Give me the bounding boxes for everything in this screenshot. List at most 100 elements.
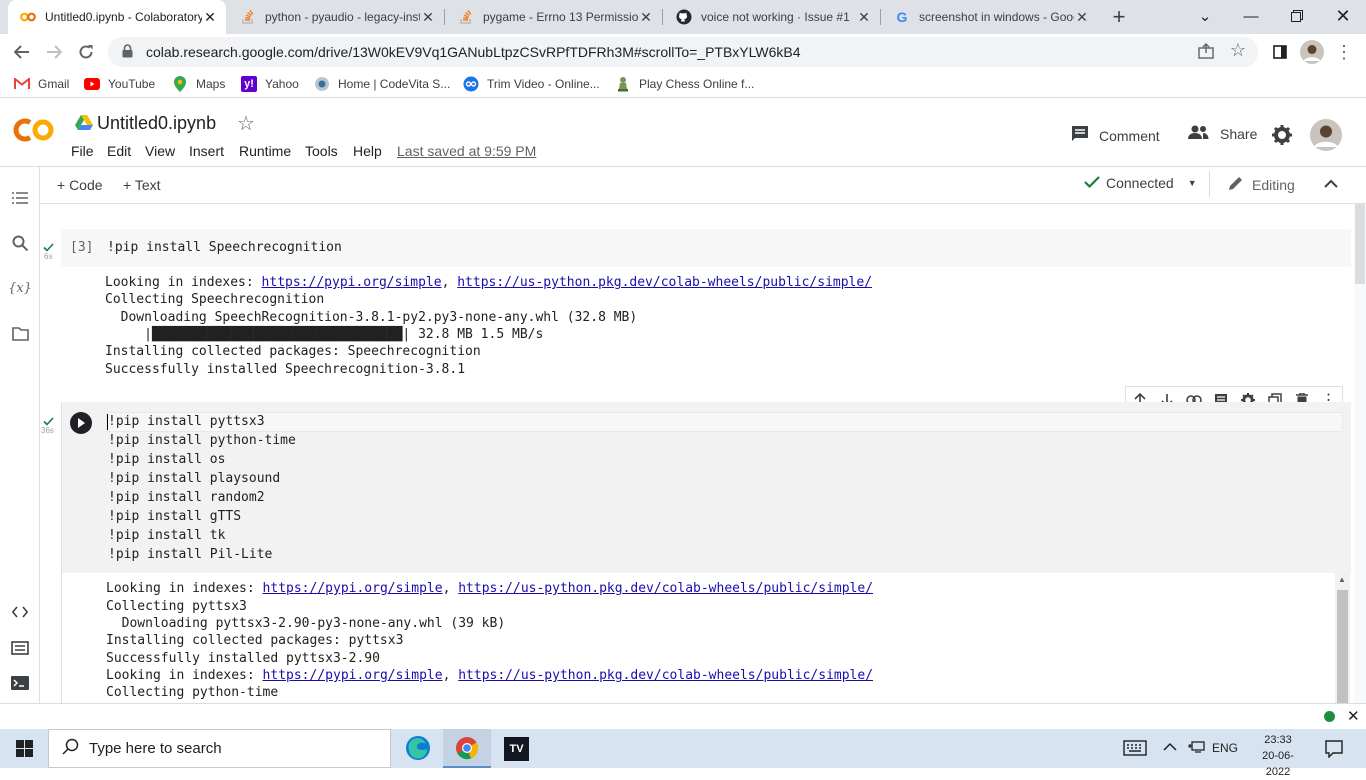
menu-insert[interactable]: Insert bbox=[189, 143, 224, 159]
menu-runtime[interactable]: Runtime bbox=[239, 143, 291, 159]
edge-browser-icon[interactable] bbox=[405, 735, 431, 766]
notebook-scrollbar[interactable] bbox=[1354, 204, 1366, 703]
restore-icon[interactable] bbox=[1274, 0, 1320, 32]
output-scrollbar[interactable]: ▲ bbox=[1335, 573, 1350, 703]
bookmark-gmail[interactable]: Gmail bbox=[14, 76, 69, 92]
reload-icon[interactable] bbox=[70, 36, 102, 68]
output-link[interactable]: https://pypi.org/simple bbox=[262, 275, 442, 290]
last-saved-link[interactable]: Last saved at 9:59 PM bbox=[397, 143, 536, 159]
minimize-icon[interactable]: — bbox=[1228, 0, 1274, 32]
close-tab-icon[interactable]: ✕ bbox=[202, 9, 218, 25]
tab-github-issue[interactable]: voice not working · Issue #1 ✕ bbox=[664, 0, 880, 34]
code-line[interactable]: !pip install Pil-Lite bbox=[108, 547, 272, 562]
browser-menu-icon[interactable]: ⋮ bbox=[1328, 36, 1360, 68]
code-line[interactable]: !pip install pyttsx3 bbox=[108, 414, 265, 429]
collapse-header-icon[interactable] bbox=[1324, 176, 1338, 192]
output-link[interactable]: https://us-python.pkg.dev/colab-wheels/p… bbox=[458, 581, 873, 596]
menu-view[interactable]: View bbox=[145, 143, 175, 159]
close-tab-icon[interactable]: ✕ bbox=[1074, 9, 1090, 25]
code-line[interactable]: !pip install gTTS bbox=[108, 509, 241, 524]
back-arrow-icon[interactable] bbox=[6, 36, 38, 68]
windows-start-icon[interactable] bbox=[16, 740, 33, 762]
bookmark-trim-video[interactable]: Trim Video - Online... bbox=[463, 76, 600, 92]
code-line[interactable]: !pip install python-time bbox=[108, 433, 296, 448]
tab-search-icon[interactable]: ⌄ bbox=[1182, 0, 1228, 32]
close-window-icon[interactable]: ✕ bbox=[1320, 0, 1366, 32]
code-line[interactable]: !pip install random2 bbox=[108, 490, 265, 505]
url-text: colab.research.google.com/drive/13W0kEV9… bbox=[146, 44, 801, 60]
code-snippets-icon[interactable] bbox=[8, 600, 32, 624]
language-indicator[interactable]: ENG bbox=[1212, 741, 1238, 755]
taskbar-search-box[interactable]: Type here to search bbox=[48, 729, 391, 768]
bookmark-youtube[interactable]: YouTube bbox=[84, 76, 155, 92]
close-tab-icon[interactable]: ✕ bbox=[638, 9, 654, 25]
tab-stackoverflow-pyaudio[interactable]: python - pyaudio - legacy-install ✕ bbox=[228, 0, 444, 34]
close-tab-icon[interactable]: ✕ bbox=[420, 9, 436, 25]
add-text-button[interactable]: + Text bbox=[123, 177, 161, 193]
run-cell-play-icon[interactable] bbox=[70, 412, 92, 434]
search-icon[interactable] bbox=[8, 231, 32, 255]
notebook-title[interactable]: Untitled0.ipynb bbox=[97, 113, 216, 134]
code-line[interactable]: !pip install tk bbox=[108, 528, 225, 543]
star-notebook-icon[interactable]: ☆ bbox=[237, 111, 255, 136]
table-of-contents-icon[interactable] bbox=[8, 186, 32, 210]
tab-google-search[interactable]: G screenshot in windows - Google ✕ bbox=[882, 0, 1098, 34]
chrome-taskbar-button[interactable] bbox=[443, 729, 491, 768]
tab-colab[interactable]: Untitled0.ipynb - Colaboratory ✕ bbox=[8, 0, 226, 34]
bookmark-codevita[interactable]: Home | CodeVita S... bbox=[314, 76, 450, 92]
share-page-icon[interactable] bbox=[1198, 43, 1214, 62]
bookmark-star-icon[interactable]: ☆ bbox=[1230, 40, 1246, 61]
menu-file[interactable]: File bbox=[71, 143, 94, 159]
account-avatar[interactable] bbox=[1310, 119, 1342, 156]
add-code-button[interactable]: + Code bbox=[57, 177, 103, 193]
code-line[interactable]: !pip install Speechrecognition bbox=[107, 240, 342, 255]
bookmark-maps[interactable]: Maps bbox=[172, 76, 225, 92]
notebook-scrollbar-thumb[interactable] bbox=[1355, 204, 1365, 284]
tradingview-icon[interactable]: TV bbox=[504, 737, 529, 761]
command-palette-icon[interactable] bbox=[8, 636, 32, 660]
colab-status-bar: ✕ bbox=[0, 703, 1366, 729]
address-bar[interactable]: colab.research.google.com/drive/13W0kEV9… bbox=[108, 37, 1258, 67]
comment-button[interactable]: Comment bbox=[1071, 125, 1160, 146]
settings-gear-icon[interactable] bbox=[1272, 125, 1292, 150]
output-link[interactable]: https://pypi.org/simple bbox=[263, 581, 443, 596]
code-cell-2[interactable]: !pip install pyttsx3 !pip install python… bbox=[61, 402, 1351, 573]
new-tab-button[interactable]: + bbox=[1105, 4, 1133, 30]
output-line: Looking in indexes: https://pypi.org/sim… bbox=[106, 581, 874, 596]
variables-icon[interactable]: {x} bbox=[8, 276, 32, 300]
menu-tools[interactable]: Tools bbox=[305, 143, 338, 159]
menu-edit[interactable]: Edit bbox=[107, 143, 131, 159]
forward-arrow-icon[interactable] bbox=[38, 36, 70, 68]
output-scrollbar-thumb[interactable] bbox=[1337, 590, 1348, 703]
terminal-icon[interactable] bbox=[8, 671, 32, 695]
lock-icon bbox=[122, 43, 136, 61]
bookmark-chess[interactable]: Play Chess Online f... bbox=[615, 76, 754, 92]
editing-mode-button[interactable]: Editing bbox=[1228, 175, 1295, 194]
close-status-icon[interactable]: ✕ bbox=[1347, 707, 1360, 725]
tray-chevron-up-icon[interactable] bbox=[1163, 739, 1177, 755]
codevita-icon bbox=[314, 76, 330, 92]
notifications-icon[interactable] bbox=[1325, 740, 1343, 763]
network-icon[interactable] bbox=[1187, 740, 1205, 759]
bookmark-yahoo[interactable]: y! Yahoo bbox=[241, 76, 299, 92]
side-panel-icon[interactable] bbox=[1264, 36, 1296, 68]
taskbar-clock[interactable]: 23:33 20-06-2022 bbox=[1250, 732, 1306, 780]
tab-title: voice not working · Issue #1 bbox=[701, 10, 850, 24]
close-tab-icon[interactable]: ✕ bbox=[856, 9, 872, 25]
dropdown-arrow-icon: ▼ bbox=[1187, 178, 1197, 188]
cell-output-2: Looking in indexes: https://pypi.org/sim… bbox=[61, 573, 1351, 703]
output-link[interactable]: https://us-python.pkg.dev/colab-wheels/p… bbox=[458, 668, 873, 683]
colab-logo[interactable] bbox=[13, 117, 55, 148]
profile-avatar[interactable] bbox=[1296, 36, 1328, 68]
output-link[interactable]: https://pypi.org/simple bbox=[263, 668, 443, 683]
menu-help[interactable]: Help bbox=[353, 143, 382, 159]
output-link[interactable]: https://us-python.pkg.dev/colab-wheels/p… bbox=[457, 275, 872, 290]
code-line[interactable]: !pip install playsound bbox=[108, 471, 280, 486]
code-cell-1[interactable]: [3] !pip install Speechrecognition bbox=[61, 229, 1351, 267]
runtime-status-button[interactable]: Connected ▼ bbox=[1084, 175, 1197, 191]
share-button[interactable]: Share bbox=[1187, 125, 1257, 142]
code-line[interactable]: !pip install os bbox=[108, 452, 225, 467]
folder-icon[interactable] bbox=[8, 322, 32, 346]
keyboard-icon[interactable] bbox=[1123, 739, 1147, 762]
tab-stackoverflow-pygame[interactable]: pygame - Errno 13 Permission ✕ bbox=[446, 0, 662, 34]
